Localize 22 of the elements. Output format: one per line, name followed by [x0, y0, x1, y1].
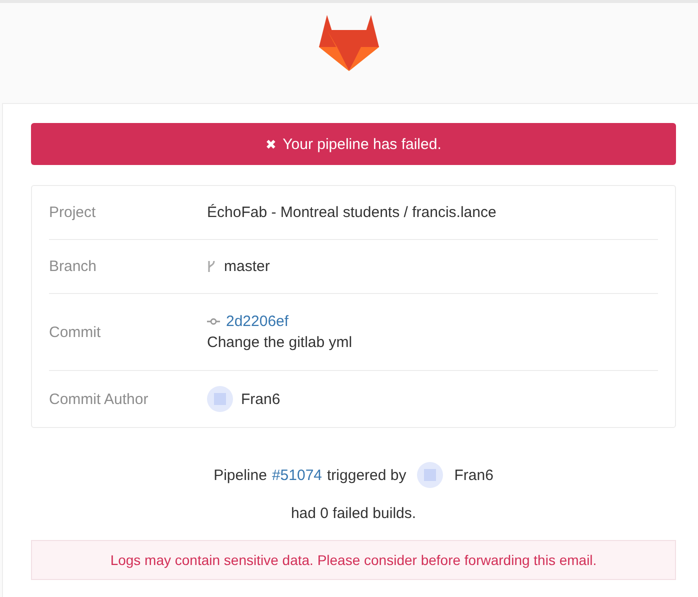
commit-icon: [207, 318, 220, 325]
summary-text: had 0 failed builds.: [290, 505, 418, 522]
detail-label: Commit: [49, 324, 102, 340]
cross-icon: ✖: [266, 136, 277, 152]
pipeline-link[interactable]: #51074: [272, 466, 322, 484]
banner-text: Your pipeline has failed.: [282, 136, 442, 152]
detail-label: Branch: [49, 258, 98, 275]
fox-logo-icon: [319, 15, 379, 71]
author-name: Fran6: [241, 390, 280, 408]
commit-message: Change the gitlab yml: [207, 334, 352, 351]
branch-name: master: [224, 258, 270, 275]
avatar-icon: [417, 462, 444, 488]
triggered-text: triggered by: [327, 466, 406, 484]
commit-link[interactable]: 2d2206ef: [226, 313, 289, 330]
pipeline-label: Pipeline: [214, 466, 267, 484]
branch-icon: [207, 260, 216, 273]
avatar-icon: [207, 386, 233, 412]
detail-label: Project: [49, 204, 97, 221]
detail-value: ÉchoFab - Montreal students / francis.lance: [207, 204, 496, 221]
warning-text: Logs may contain sensitive data. Please consider before forwarding this email.: [110, 552, 597, 568]
detail-label: Commit Author: [49, 390, 150, 408]
user-name: Fran6: [454, 466, 494, 484]
